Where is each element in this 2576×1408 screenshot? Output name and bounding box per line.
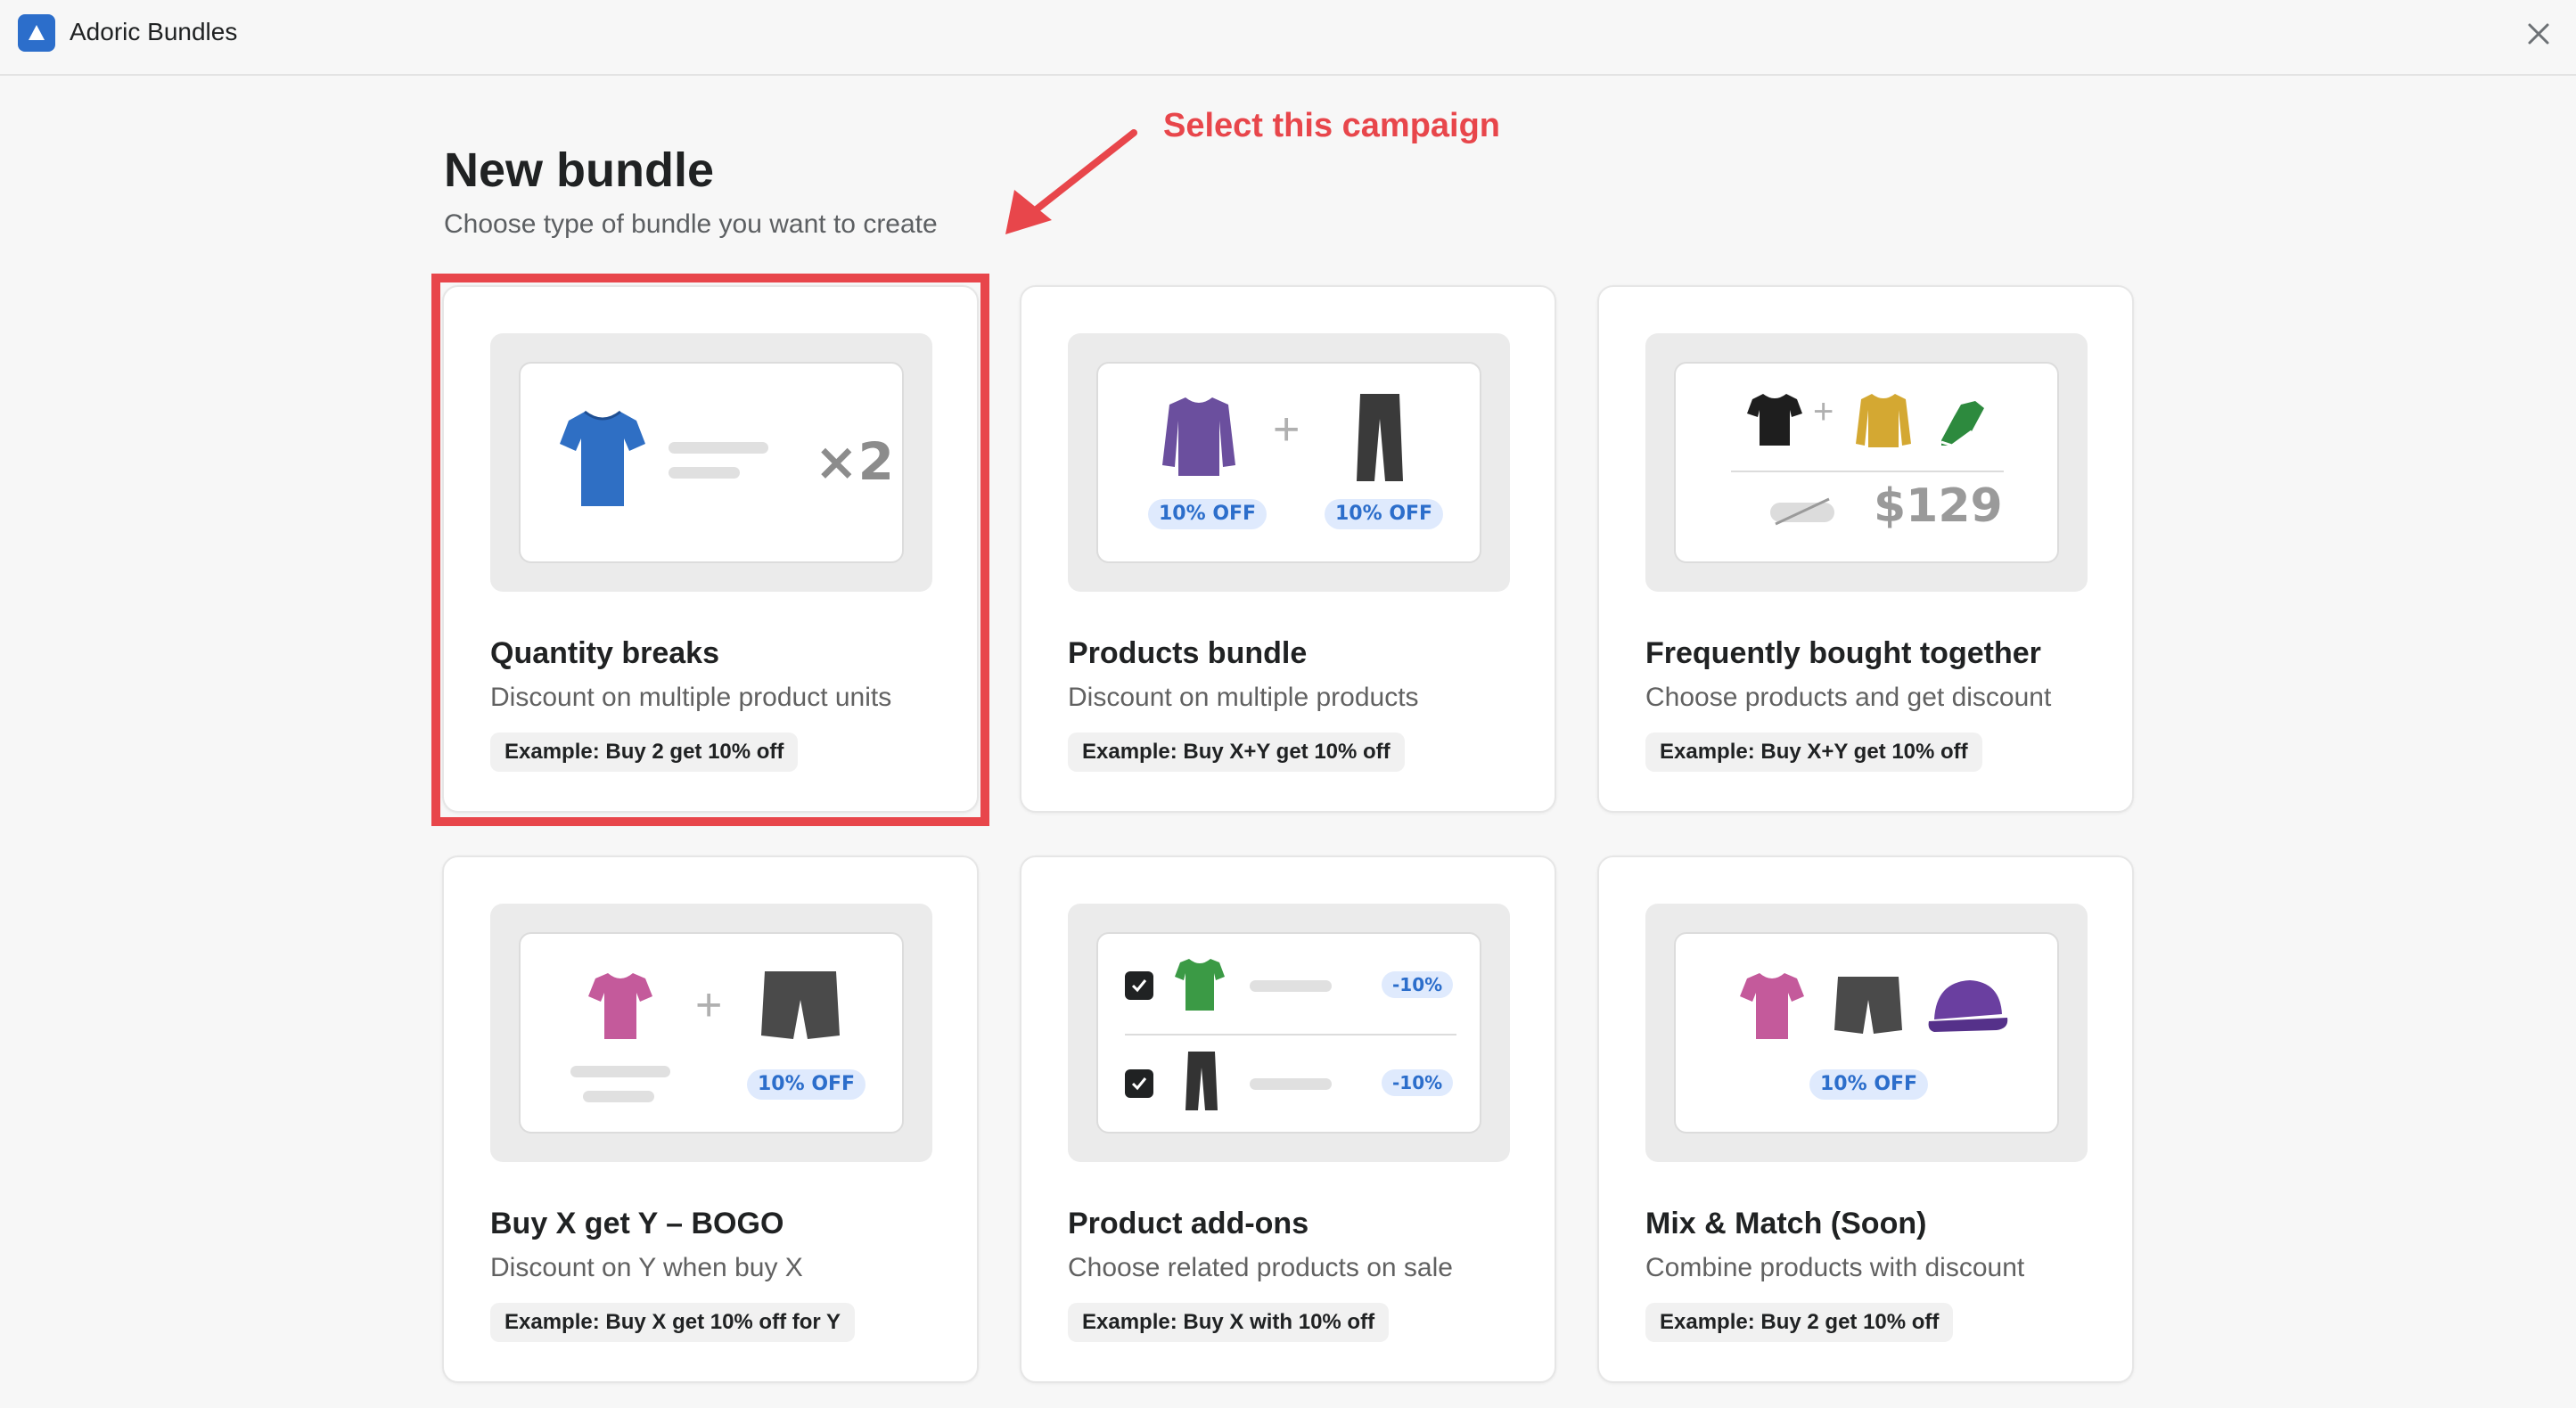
card-preview: + $129 (1645, 333, 2088, 592)
pink-tshirt-icon (588, 973, 652, 1039)
close-icon (2528, 23, 2549, 45)
plus-sign: + (1813, 392, 1834, 431)
divider (1731, 471, 2004, 472)
purple-cap-icon (1928, 980, 2008, 1032)
card-example-badge: Example: Buy 2 get 10% off (1645, 1303, 1954, 1342)
card-preview-inner: -10% -10% (1096, 932, 1481, 1134)
annotation-label: Select this campaign (1163, 107, 1501, 144)
black-tshirt-icon (1747, 394, 1802, 446)
placeholder-bar (669, 467, 740, 479)
placeholder-bar (570, 1066, 670, 1077)
card-preview: ×2 (490, 333, 932, 592)
card-description: Discount on Y when buy X (490, 1253, 803, 1282)
card-title: Products bundle (1068, 636, 1308, 670)
bundle-card-mix-and-match[interactable]: 10% OFF Mix & Match (Soon) Combine produ… (1597, 855, 2134, 1383)
discount-badge: 10% OFF (1148, 499, 1267, 529)
discount-badge: -10% (1382, 1069, 1454, 1096)
black-jeans-icon (1185, 1052, 1218, 1110)
card-title: Quantity breaks (490, 636, 719, 670)
gray-shorts-icon (761, 971, 840, 1039)
strikethrough-price-placeholder (1770, 497, 1834, 526)
placeholder-bar (1250, 1078, 1332, 1090)
bundle-price: $129 (1874, 479, 2003, 533)
card-preview-inner: + $129 (1674, 362, 2059, 563)
black-jeans-icon (1357, 394, 1403, 481)
card-preview-inner: + 10% OFF 10% OFF (1096, 362, 1481, 563)
card-example-badge: Example: Buy X+Y get 10% off (1645, 733, 1982, 772)
card-example-badge: Example: Buy X+Y get 10% off (1068, 733, 1405, 772)
card-example-badge: Example: Buy X get 10% off for Y (490, 1303, 855, 1342)
card-preview: + 10% OFF (490, 904, 932, 1162)
bundle-card-products-bundle[interactable]: + 10% OFF 10% OFF Products bundle Discou… (1020, 285, 1556, 813)
placeholder-bar (669, 442, 768, 454)
gray-shorts-icon (1834, 977, 1902, 1034)
discount-badge: 10% OFF (1325, 499, 1444, 529)
card-preview: + 10% OFF 10% OFF (1068, 333, 1510, 592)
top-bar: Adoric Bundles (0, 0, 2576, 76)
card-example-badge: Example: Buy X with 10% off (1068, 1303, 1390, 1342)
placeholder-bar (583, 1091, 654, 1102)
discount-badge: -10% (1382, 971, 1454, 998)
card-preview: -10% -10% (1068, 904, 1510, 1162)
card-preview-inner: + 10% OFF (519, 932, 904, 1134)
green-sneaker-icon (1940, 401, 1984, 447)
app-title: Adoric Bundles (70, 18, 238, 45)
card-title: Buy X get Y – BOGO (490, 1207, 784, 1240)
close-button[interactable] (2519, 14, 2558, 53)
placeholder-bar (1250, 980, 1332, 992)
purple-sweater-icon (1162, 397, 1235, 476)
discount-badge: 10% OFF (1809, 1069, 1929, 1100)
app-logo-icon (18, 14, 55, 52)
blue-tshirt-icon (560, 410, 645, 506)
checkbox-checked-icon (1125, 971, 1153, 1000)
pink-tshirt-icon (1740, 973, 1804, 1039)
card-example-badge: Example: Buy 2 get 10% off (490, 733, 799, 772)
bundle-card-bogo[interactable]: + 10% OFF Buy X get Y – BOGO Discount on… (442, 855, 979, 1383)
card-description: Choose products and get discount (1645, 683, 2052, 712)
checkbox-checked-icon (1125, 1069, 1153, 1098)
green-tshirt-icon (1175, 959, 1225, 1011)
discount-badge: 10% OFF (747, 1069, 866, 1100)
card-preview-inner: ×2 (519, 362, 904, 563)
card-preview: 10% OFF (1645, 904, 2088, 1162)
yellow-sweater-icon (1856, 394, 1911, 447)
bundle-card-quantity-breaks[interactable]: ×2 Quantity breaks Discount on multiple … (442, 285, 979, 813)
plus-sign: + (695, 979, 723, 1031)
page-title: New bundle (444, 143, 715, 197)
card-title: Mix & Match (Soon) (1645, 1207, 1927, 1240)
page-subtitle: Choose type of bundle you want to create (444, 209, 938, 239)
divider (1125, 1034, 1456, 1036)
card-description: Choose related products on sale (1068, 1253, 1453, 1282)
card-description: Discount on multiple product units (490, 683, 892, 712)
card-preview-inner: 10% OFF (1674, 932, 2059, 1134)
bundle-card-product-add-ons[interactable]: -10% -10% Product add-ons Choose related… (1020, 855, 1556, 1383)
quantity-multiplier: ×2 (815, 431, 894, 492)
card-description: Discount on multiple products (1068, 683, 1419, 712)
arrow-icon (1005, 129, 1137, 234)
card-title: Product add-ons (1068, 1207, 1309, 1240)
bundle-card-frequently-bought-together[interactable]: + $129 Frequently bought together Choose… (1597, 285, 2134, 813)
plus-sign: + (1273, 404, 1300, 455)
card-title: Frequently bought together (1645, 636, 2041, 670)
card-description: Combine products with discount (1645, 1253, 2025, 1282)
